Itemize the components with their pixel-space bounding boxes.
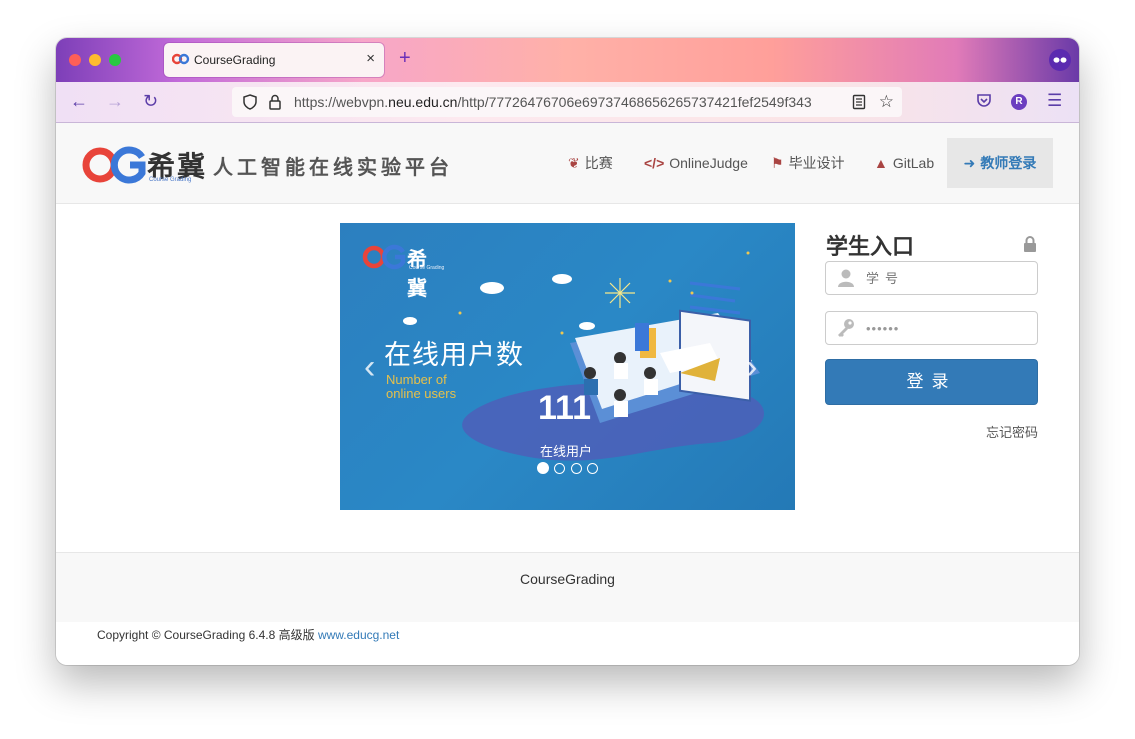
copyright: Copyright © CourseGrading 6.4.8 高级版 www.… xyxy=(97,626,399,643)
carousel-dot-2[interactable] xyxy=(554,463,565,474)
password-field[interactable] xyxy=(825,311,1038,345)
address-bar[interactable]: https://webvpn.neu.edu.cn/http/777264767… xyxy=(232,87,902,117)
login-button[interactable]: 登录 xyxy=(825,359,1038,405)
favicon-icon xyxy=(172,53,190,65)
lock-icon xyxy=(1024,236,1036,252)
user-icon xyxy=(838,269,854,287)
profile-avatar-icon[interactable]: R xyxy=(1011,94,1027,110)
menu-item-teacher-login[interactable]: ➜ 教师登录 xyxy=(947,138,1053,188)
menu-item-graduation-design[interactable]: ⚑ 毕业设计 xyxy=(771,138,845,188)
maximize-window-button[interactable] xyxy=(109,54,121,66)
url-text[interactable]: https://webvpn.neu.edu.cn/http/777264767… xyxy=(294,94,839,110)
student-id-input[interactable] xyxy=(866,268,1026,288)
tab-coursegrading[interactable]: CourseGrading × xyxy=(164,43,384,77)
carousel-dot-4[interactable] xyxy=(587,463,598,474)
browser-window: CourseGrading × + ← → ↻ https://webvpn.n… xyxy=(56,38,1079,665)
copyright-text: Copyright © CourseGrading 6.4.8 高级版 xyxy=(97,628,318,642)
tab-bar: CourseGrading × + xyxy=(56,38,1079,82)
new-tab-button[interactable]: + xyxy=(399,47,411,70)
menu-item-contest[interactable]: ❦ 比赛 xyxy=(568,138,613,188)
minimize-window-button[interactable] xyxy=(89,54,101,66)
hamburger-menu-icon[interactable]: ☰ xyxy=(1047,91,1062,111)
page-content: 希冀 Course Grading 人工智能在线实验平台 ❦ 比赛 </> Onli… xyxy=(56,123,1079,665)
gitlab-icon: ▲ xyxy=(874,155,888,171)
back-arrow-icon[interactable]: ← xyxy=(70,91,88,112)
lock-icon[interactable] xyxy=(268,94,282,110)
slide-title: 在线用户数 xyxy=(384,340,524,370)
logo-subtitle: Course Grading xyxy=(149,177,192,183)
footer: CourseGrading xyxy=(56,552,1079,622)
navigation-toolbar: ← → ↻ https://webvpn.neu.edu.cn/http/777… xyxy=(56,82,1079,123)
footer-brand: CourseGrading xyxy=(520,571,615,587)
menu-item-onlinejudge[interactable]: </> OnlineJudge xyxy=(644,138,748,188)
platform-title: 人工智能在线实验平台 xyxy=(213,157,453,179)
medal-icon: ❦ xyxy=(568,155,580,171)
slide-subtitle: Number of online users xyxy=(386,372,457,401)
reload-icon[interactable]: ↻ xyxy=(143,91,158,112)
carousel-logo-text: 希冀 xyxy=(407,247,427,300)
carousel-dot-3[interactable] xyxy=(571,463,582,474)
carousel-logo-icon xyxy=(362,244,406,270)
slide-caption: 在线用户 xyxy=(540,444,593,459)
forgot-password-link[interactable]: 忘记密码 xyxy=(986,422,1038,441)
close-window-button[interactable] xyxy=(69,54,81,66)
forward-arrow-icon[interactable]: → xyxy=(106,91,124,112)
shield-icon[interactable] xyxy=(242,94,258,110)
username-field[interactable] xyxy=(825,261,1038,295)
login-title: 学生入口 xyxy=(826,234,915,260)
private-mask-icon[interactable] xyxy=(1049,49,1071,71)
carousel-logo: 希冀 Course Grading xyxy=(362,243,444,300)
sign-in-icon: ➜ xyxy=(963,155,976,171)
pocket-icon[interactable] xyxy=(976,93,992,108)
student-login-form: 学生入口 登录 忘记密码 xyxy=(825,223,1039,453)
bookmark-star-icon[interactable]: ☆ xyxy=(879,92,894,112)
carousel-logo-subtitle: Course Grading xyxy=(409,265,445,271)
online-user-count: 111 xyxy=(538,389,591,427)
tab-title: CourseGrading xyxy=(194,53,276,67)
tab-close-icon[interactable]: × xyxy=(366,50,375,67)
code-icon: </> xyxy=(644,155,665,171)
key-icon xyxy=(838,319,854,337)
carousel-dot-1[interactable] xyxy=(537,462,549,474)
menu-item-gitlab[interactable]: ▲ GitLab xyxy=(874,138,934,188)
carousel: 希冀 Course Grading 在线用户数 Number of online… xyxy=(340,223,795,510)
educg-link[interactable]: www.educg.net xyxy=(318,628,399,642)
site-header: 希冀 Course Grading 人工智能在线实验平台 ❦ 比赛 </> Onli… xyxy=(56,123,1079,204)
carousel-next-icon[interactable]: › xyxy=(746,348,757,387)
password-input[interactable] xyxy=(866,318,1026,338)
graduate-icon: ⚑ xyxy=(771,155,784,171)
carousel-prev-icon[interactable]: ‹ xyxy=(364,348,375,387)
logo-icon[interactable] xyxy=(82,145,146,185)
reader-view-icon[interactable] xyxy=(852,94,866,110)
